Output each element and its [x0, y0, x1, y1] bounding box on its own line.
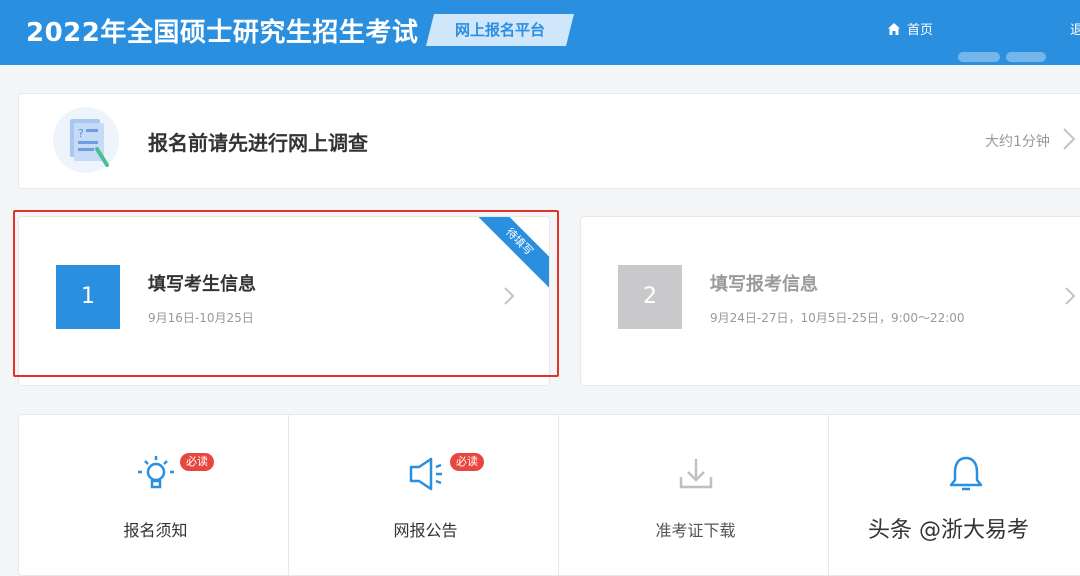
survey-duration: 大约1分钟 — [985, 134, 1050, 150]
step-title: 填写报考信息 — [710, 274, 818, 295]
nav-exit-link[interactable]: 退 — [1070, 19, 1080, 38]
status-ribbon: 待填写 — [468, 217, 549, 293]
header-decoration — [958, 52, 1000, 62]
step-card-fill-application-info[interactable]: 2 填写报考信息 9月24日-27日，10月5日-25日，9:00～22:00 — [580, 216, 1080, 386]
nav-home-link[interactable]: 首页 — [887, 19, 933, 38]
site-title: 2022年全国硕士研究生招生考试 — [26, 18, 419, 48]
tile-registration-notice[interactable]: 必读 报名须知 — [19, 415, 289, 575]
download-icon — [679, 459, 713, 489]
tile-online-announcement[interactable]: 必读 网报公告 — [289, 415, 559, 575]
step-card-fill-candidate-info[interactable]: 1 填写考生信息 9月16日-10月25日 待填写 — [18, 216, 550, 386]
tile-label: 网报公告 — [393, 521, 458, 540]
bell-icon — [949, 456, 983, 491]
survey-document-icon: ? — [53, 107, 119, 173]
platform-badge-label: 网上报名平台 — [454, 21, 545, 39]
tile-label: 报名须知 — [123, 521, 188, 540]
chevron-right-icon — [504, 287, 515, 305]
platform-badge: 网上报名平台 — [426, 14, 574, 46]
home-icon — [888, 22, 900, 35]
survey-card[interactable]: ? 报名前请先进行网上调查 大约1分钟 — [18, 93, 1080, 189]
step-dates: 9月16日-10月25日 — [148, 311, 254, 325]
step-number-badge: 2 — [618, 265, 682, 329]
megaphone-icon — [409, 457, 442, 491]
step-number-badge: 1 — [56, 265, 120, 329]
tile-admission-ticket-download[interactable]: 准考证下载 — [559, 415, 829, 575]
nav-home-label: 首页 — [907, 23, 934, 38]
chevron-right-icon — [1063, 128, 1076, 150]
svg-text:?: ? — [78, 127, 84, 140]
tile-label: 准考证下载 — [655, 521, 736, 540]
step-title: 填写考生信息 — [148, 274, 256, 295]
tile-notifications[interactable] — [829, 415, 1080, 575]
quick-links-grid: 必读 报名须知 必读 网报公告 准考证下载 — [18, 414, 1080, 576]
must-read-badge: 必读 — [450, 453, 484, 471]
step-dates: 9月24日-27日，10月5日-25日，9:00～22:00 — [710, 311, 965, 325]
header-decoration — [1006, 52, 1046, 62]
must-read-badge: 必读 — [180, 453, 214, 471]
lightbulb-icon — [138, 456, 174, 489]
chevron-right-icon — [1065, 287, 1076, 305]
top-header: 2022年全国硕士研究生招生考试 网上报名平台 首页 退 — [0, 0, 1080, 65]
survey-title: 报名前请先进行网上调查 — [148, 131, 368, 155]
watermark-text: 头条 @浙大易考 — [868, 518, 1029, 543]
